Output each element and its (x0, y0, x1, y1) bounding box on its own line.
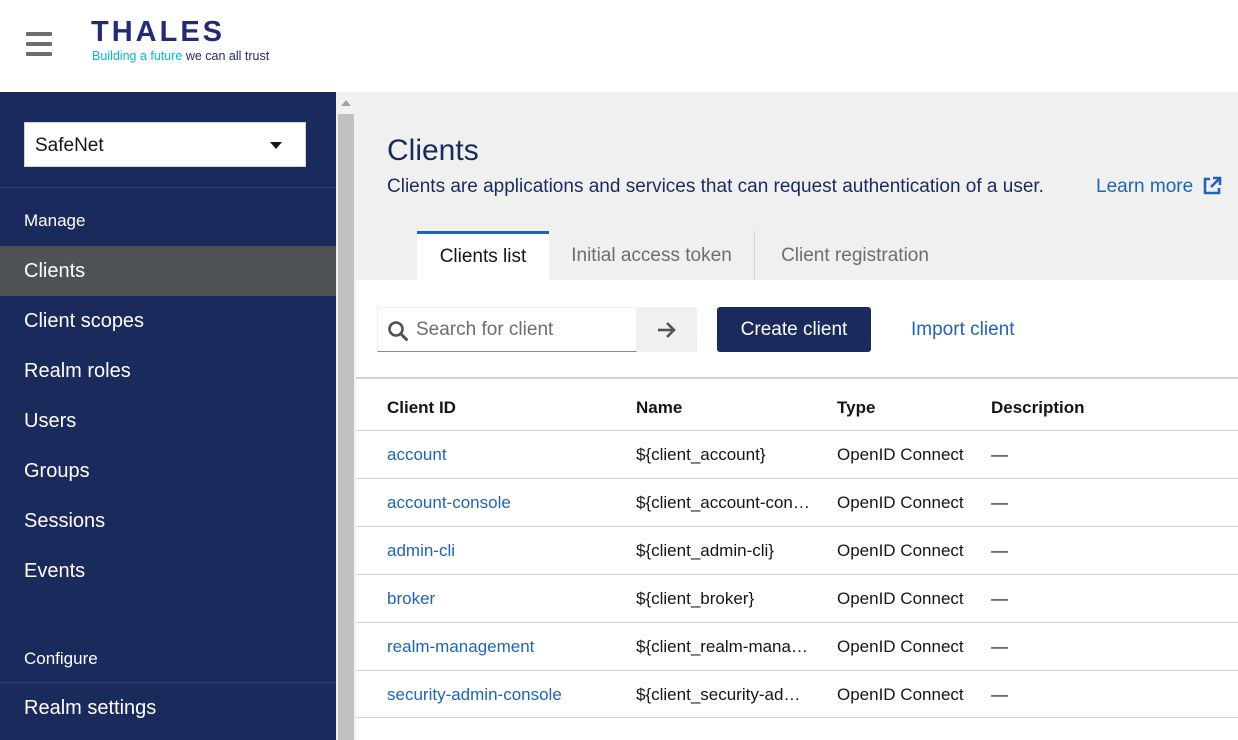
client-description: — (991, 637, 1008, 656)
column-header-name: Name (636, 398, 683, 417)
masthead: THALES Building a future we can all trus… (0, 0, 1238, 92)
client-id-link[interactable]: account-console (387, 479, 511, 526)
sidebar-item-clients[interactable]: Clients (0, 246, 336, 296)
page-description: Clients are applications and services th… (387, 176, 1044, 197)
client-description: — (991, 589, 1008, 608)
client-id-link[interactable]: security-admin-console (387, 671, 562, 718)
client-type: OpenID Connect (837, 541, 964, 560)
client-name: ${client_broker} (636, 589, 755, 608)
page-title: Clients (387, 134, 479, 167)
page-header: Clients Clients are applications and ser… (356, 92, 1238, 280)
learn-more-link[interactable]: Learn more (1096, 176, 1193, 198)
arrow-right-icon (658, 322, 676, 338)
sidebar-item-realm-settings[interactable]: Realm settings (0, 683, 336, 733)
client-description: — (991, 685, 1008, 704)
search-box (377, 307, 637, 352)
table-row: broker ${client_broker} OpenID Connect — (356, 574, 1238, 622)
client-id-link[interactable]: admin-cli (387, 527, 455, 574)
client-type: OpenID Connect (837, 685, 964, 704)
nav-section-manage: Manage (24, 211, 86, 230)
caret-down-icon (270, 142, 282, 149)
sidebar-item-sessions[interactable]: Sessions (0, 496, 336, 546)
column-header-client-id[interactable]: Client ID (387, 398, 456, 418)
client-name: ${client_realm-mana… (636, 637, 808, 656)
search-input[interactable] (416, 308, 631, 351)
sidebar-item-groups[interactable]: Groups (0, 446, 336, 496)
sidebar-item-client-scopes[interactable]: Client scopes (0, 296, 336, 346)
tab-clients-list[interactable]: Clients list (417, 231, 549, 280)
hamburger-menu-icon[interactable] (26, 32, 52, 56)
table-row: account-console ${client_account-con… Op… (356, 478, 1238, 526)
realm-selector[interactable]: SafeNet (24, 122, 306, 167)
create-client-button[interactable]: Create client (717, 307, 871, 352)
import-client-button[interactable]: Import client (911, 307, 1014, 352)
nav-section-configure: Configure (24, 649, 98, 668)
external-link-icon[interactable] (1202, 176, 1222, 196)
logo-tagline: Building a future we can all trust (92, 49, 270, 63)
client-name: ${client_account-con… (636, 493, 810, 512)
search-submit-button[interactable] (637, 307, 697, 352)
client-id-link[interactable]: broker (387, 575, 435, 622)
logo-wordmark: THALES (91, 16, 225, 48)
sidebar: SafeNet Manage Clients Client scopes Rea… (0, 92, 336, 740)
client-description: — (991, 493, 1008, 512)
client-id-link[interactable]: account (387, 431, 447, 478)
table-divider (356, 377, 1238, 379)
tab-client-registration[interactable]: Client registration (756, 231, 954, 280)
sidebar-item-users[interactable]: Users (0, 396, 336, 446)
table-row: security-admin-console ${client_security… (356, 670, 1238, 718)
thales-logo[interactable]: THALES Building a future we can all trus… (91, 16, 281, 66)
client-name: ${client_security-ad… (636, 685, 801, 704)
sidebar-item-realm-roles[interactable]: Realm roles (0, 346, 336, 396)
column-header-description: Description (991, 398, 1085, 417)
client-type: OpenID Connect (837, 445, 964, 464)
client-type: OpenID Connect (837, 493, 964, 512)
client-name: ${client_admin-cli} (636, 541, 774, 560)
search-icon (388, 321, 408, 341)
table-row: account ${client_account} OpenID Connect… (356, 430, 1238, 478)
client-type: OpenID Connect (837, 589, 964, 608)
client-id-link[interactable]: realm-management (387, 623, 534, 670)
sidebar-divider (0, 187, 336, 188)
tab-initial-access-token[interactable]: Initial access token (549, 231, 755, 280)
client-description: — (991, 445, 1008, 464)
column-header-type: Type (837, 398, 876, 417)
main-content: Clients Clients are applications and ser… (356, 92, 1238, 740)
client-type: OpenID Connect (837, 637, 964, 656)
sidebar-item-events[interactable]: Events (0, 546, 336, 596)
scroll-up-arrow-icon[interactable] (341, 100, 351, 106)
client-description: — (991, 541, 1008, 560)
realm-selector-value: SafeNet (35, 135, 104, 156)
scrollbar-thumb[interactable] (338, 114, 354, 740)
sidebar-scrollbar[interactable] (336, 92, 356, 740)
client-name: ${client_account} (636, 445, 766, 464)
table-row: admin-cli ${client_admin-cli} OpenID Con… (356, 526, 1238, 574)
table-row: realm-management ${client_realm-mana… Op… (356, 622, 1238, 670)
